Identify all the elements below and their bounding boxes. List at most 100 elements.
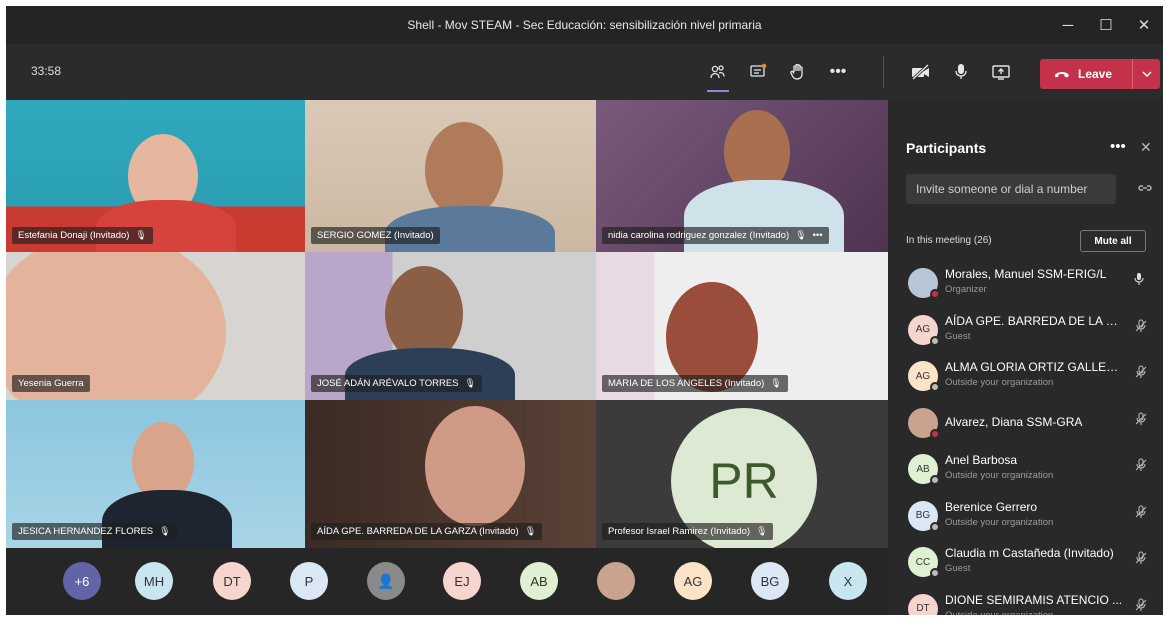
participant-name: JOSÉ ADÁN ARÉVALO TORRES	[317, 378, 459, 389]
presence-status-icon	[930, 568, 940, 578]
avatar: DT	[908, 593, 940, 615]
leave-button[interactable]: Leave	[1040, 59, 1160, 89]
avatar-initials: BG	[915, 510, 931, 521]
avatar[interactable]: DT	[213, 562, 251, 600]
participant-name: MARIA DE LOS ANGELES (Invitado)	[608, 378, 765, 389]
participant-name-label: Yesenia Guerra	[12, 375, 90, 392]
avatar[interactable]: P	[290, 562, 328, 600]
avatar[interactable]: MH	[135, 562, 173, 600]
avatar-label: +6	[74, 573, 90, 589]
participant-list: Morales, Manuel SSM-ERIG/L Organizer AG AÍD…	[888, 260, 1163, 615]
participant-list-item[interactable]: Alvarez, Diana SSM-GRA	[888, 400, 1163, 447]
video-tile[interactable]: SERGIO GOMEZ (Invitado)	[305, 100, 596, 252]
participant-name: Profesor Israel Ramirez (Invitado)	[608, 526, 751, 537]
meeting-timer: 33:58	[31, 64, 62, 78]
avatar: AB	[908, 454, 940, 485]
mic-muted-icon: 🎙	[159, 526, 171, 536]
video-tile[interactable]: nidia carolina rodriguez gonzalez (Invit…	[596, 100, 888, 252]
mic-muted-icon[interactable]	[1134, 504, 1148, 522]
chevron-down-icon[interactable]	[1132, 59, 1160, 89]
video-tile[interactable]: PR Profesor Israel Ramirez (Invitado) 🎙	[596, 400, 888, 548]
more-participants-avatar[interactable]: +6	[63, 562, 101, 600]
participant-name-label: JOSÉ ADÁN ARÉVALO TORRES 🎙	[311, 375, 482, 392]
presence-status-icon	[930, 289, 940, 299]
video-grid: Estefania Donaji (Invitado) 🎙 SERGIO GOME…	[6, 100, 888, 548]
participant-role: Outside your organization	[945, 377, 1054, 388]
participant-list-item[interactable]: AG ALMA GLORIA ORTIZ GALLEG... Outside you…	[888, 353, 1163, 400]
camera-off-icon[interactable]	[901, 58, 941, 86]
mute-all-button[interactable]: Mute all	[1080, 230, 1146, 252]
mic-muted-icon[interactable]	[1134, 458, 1148, 475]
close-icon[interactable]: ✕	[1140, 139, 1152, 156]
participant-name-label: nidia carolina rodriguez gonzalez (Invit…	[602, 227, 829, 244]
participant-role: Guest	[945, 330, 971, 342]
minimize-button[interactable]: ─	[1049, 6, 1087, 44]
in-meeting-header[interactable]: In this meeting (26)	[906, 235, 992, 246]
avatar-initials: AG	[915, 324, 931, 335]
participant-list-item[interactable]: CC Claudia m Castañeda (Invitado) Guest	[888, 539, 1163, 586]
video-tile[interactable]: JESICA HERNANDEZ FLORES 🎙	[6, 400, 305, 548]
participant-name: Yesenia Guerra	[18, 378, 84, 389]
participant-name-label: AÍDA GPE. BARREDA DE LA GARZA (Invitado)…	[311, 523, 543, 540]
avatar[interactable]: X	[829, 562, 867, 600]
avatar: AG	[908, 361, 940, 392]
participant-name: SERGIO GOMEZ (Invitado)	[317, 230, 434, 241]
participant-list-item[interactable]: AG AÍDA GPE. BARREDA DE LA G... Guest	[888, 307, 1163, 354]
avatar-photo[interactable]	[597, 562, 635, 600]
mic-muted-icon[interactable]	[1134, 551, 1148, 568]
participant-face	[425, 406, 525, 526]
raise-hand-icon[interactable]	[778, 58, 818, 86]
mic-icon[interactable]	[1134, 272, 1144, 289]
participant-name-label: JESICA HERNANDEZ FLORES 🎙	[12, 523, 177, 540]
meeting-actions: •••	[698, 58, 858, 92]
avatar	[908, 407, 940, 439]
participant-list-item[interactable]: DT DIONE SEMIRAMIS ATENCIO ... Outside you…	[888, 586, 1163, 615]
leave-text: Leave	[1078, 67, 1113, 81]
participant-list-item[interactable]: AB Anel Barbosa Outside your organization	[888, 446, 1163, 493]
avatar-label: EJ	[454, 573, 470, 589]
more-icon[interactable]: •••	[1110, 138, 1126, 155]
avatar-initials: DT	[916, 603, 930, 614]
video-tile[interactable]: Yesenia Guerra	[6, 252, 305, 400]
avatar-initials: AG	[915, 370, 931, 382]
avatar-label: BG	[760, 573, 780, 589]
maximize-button[interactable]: ☐	[1087, 6, 1125, 44]
video-tile[interactable]: Estefania Donaji (Invitado) 🎙	[6, 100, 305, 252]
participant-list-item[interactable]: Morales, Manuel SSM-ERIG/L Organizer	[888, 260, 1163, 307]
mic-muted-icon[interactable]	[1134, 597, 1148, 615]
participant-name: Berenice Gerrero	[945, 499, 1038, 514]
participant-name: JESICA HERNANDEZ FLORES	[18, 526, 154, 537]
avatar: AG	[908, 314, 940, 346]
presence-status-icon	[930, 521, 940, 532]
participant-name: AÍDA GPE. BARREDA DE LA G...	[945, 313, 1125, 328]
people-icon[interactable]	[698, 58, 738, 92]
share-screen-icon[interactable]	[981, 58, 1021, 86]
mic-muted-icon[interactable]	[1134, 365, 1148, 382]
avatar-initials: AB	[916, 463, 930, 475]
presence-status-icon	[930, 428, 940, 439]
participant-list-item[interactable]: BG Berenice Gerrero Outside your organizat…	[888, 493, 1163, 540]
more-icon[interactable]: •••	[818, 58, 858, 86]
avatar[interactable]: AB	[520, 562, 558, 600]
video-tile[interactable]: AÍDA GPE. BARREDA DE LA GARZA (Invitado)…	[305, 400, 596, 548]
video-tile[interactable]: MARIA DE LOS ANGELES (Invitado) 🎙	[596, 252, 888, 400]
mic-muted-icon: 🎙	[770, 378, 782, 388]
avatar[interactable]: AG	[674, 562, 712, 600]
leave-label[interactable]: Leave	[1040, 67, 1132, 81]
avatar[interactable]: 👤	[367, 562, 405, 600]
mic-muted-icon[interactable]	[1134, 318, 1148, 336]
close-button[interactable]: ✕	[1125, 6, 1163, 44]
participant-name: Alvarez, Diana SSM-GRA	[945, 414, 1083, 429]
avatar[interactable]: BG	[751, 562, 789, 600]
share-invite-icon[interactable]	[1138, 182, 1152, 196]
more-icon[interactable]: •••	[813, 230, 823, 241]
avatar[interactable]: EJ	[443, 562, 481, 600]
video-tile[interactable]: JOSÉ ADÁN ARÉVALO TORRES 🎙	[305, 252, 596, 400]
participant-name-label: SERGIO GOMEZ (Invitado)	[311, 227, 440, 244]
mic-icon[interactable]	[941, 58, 981, 86]
avatar-label: MH	[143, 573, 165, 589]
invite-input[interactable]	[906, 174, 1116, 204]
mic-muted-icon[interactable]	[1134, 411, 1148, 429]
chat-icon[interactable]	[738, 58, 778, 86]
participant-role: Guest	[945, 563, 971, 574]
